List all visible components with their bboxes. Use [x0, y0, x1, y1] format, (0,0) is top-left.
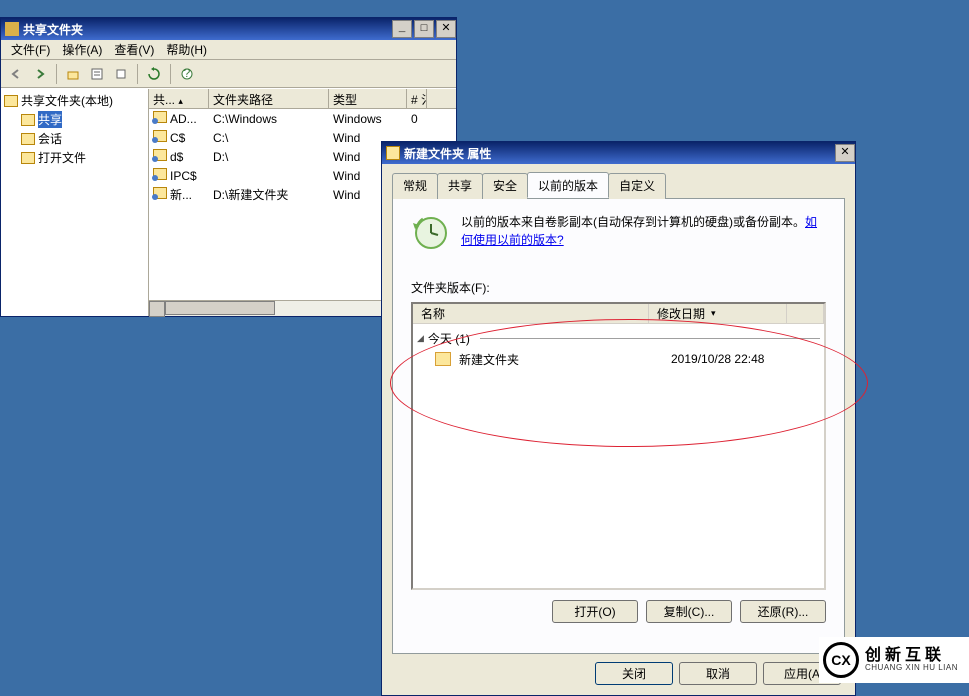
info-text: 以前的版本来自卷影副本(自动保存到计算机的硬盘)或备份副本。如何使用以前的版本? — [461, 213, 826, 253]
menu-help[interactable]: 帮助(H) — [160, 39, 213, 60]
group-label: 今天 (1) — [428, 330, 470, 347]
version-name: 新建文件夹 — [459, 351, 671, 368]
versions-header: 名称 修改日期▾ — [413, 304, 824, 324]
menu-view[interactable]: 查看(V) — [108, 39, 160, 60]
tab-panel-previous-versions: 以前的版本来自卷影副本(自动保存到计算机的硬盘)或备份副本。如何使用以前的版本?… — [392, 198, 845, 654]
sort-desc-icon: ▾ — [711, 308, 716, 319]
folder-icon — [386, 146, 400, 160]
toolbar: ? — [1, 60, 456, 88]
share-icon — [153, 130, 167, 142]
restore-button[interactable]: 还原(R)... — [740, 600, 826, 623]
col-modified-date[interactable]: 修改日期▾ — [649, 304, 787, 323]
tab-security[interactable]: 安全 — [482, 173, 528, 199]
share-icon — [153, 111, 167, 123]
forward-button[interactable] — [29, 63, 51, 85]
divider — [480, 338, 820, 339]
scroll-left-button[interactable] — [149, 301, 165, 317]
folder-icon — [21, 152, 35, 164]
mmc-title: 共享文件夹 — [23, 21, 390, 38]
tab-strip: 常规 共享 安全 以前的版本 自定义 — [392, 173, 845, 199]
dialog-buttons: 关闭 取消 应用(A — [392, 662, 845, 685]
col-name[interactable]: 名称 — [413, 304, 649, 323]
col-spacer — [787, 304, 824, 323]
chevron-down-icon: ◢ — [417, 333, 424, 344]
tree-item-shares[interactable]: 共享 — [3, 110, 146, 129]
col-connections[interactable]: # 氵 — [407, 89, 427, 108]
tab-previous-versions[interactable]: 以前的版本 — [527, 172, 609, 198]
tree-pane[interactable]: 共享文件夹(本地) 共享 会话 打开文件 — [1, 89, 149, 316]
export-button[interactable] — [110, 63, 132, 85]
group-today[interactable]: ◢ 今天 (1) — [413, 324, 824, 349]
sort-asc-icon: ▴ — [178, 96, 183, 106]
watermark-py: CHUANG XIN HU LIAN — [865, 664, 958, 673]
minimize-button[interactable]: _ — [392, 20, 412, 38]
tab-general[interactable]: 常规 — [392, 173, 438, 199]
up-button[interactable] — [62, 63, 84, 85]
tree-item-sessions[interactable]: 会话 — [3, 129, 146, 148]
watermark-logo: CX — [823, 642, 859, 678]
tab-customize[interactable]: 自定义 — [608, 173, 666, 199]
svg-text:?: ? — [184, 67, 191, 80]
share-row[interactable]: AD... C:\Windows Windows 0 — [149, 109, 456, 128]
close-button[interactable]: ✕ — [835, 144, 855, 162]
watermark: CX 创新互联 CHUANG XIN HU LIAN — [819, 637, 969, 683]
props-titlebar[interactable]: 新建文件夹 属性 ✕ — [382, 142, 855, 164]
menu-action[interactable]: 操作(A) — [56, 39, 108, 60]
menubar: 文件(F) 操作(A) 查看(V) 帮助(H) — [1, 40, 456, 60]
tree-item-open-files[interactable]: 打开文件 — [3, 148, 146, 167]
folder-icon — [4, 95, 18, 107]
col-path[interactable]: 文件夹路径 — [209, 89, 329, 108]
tree-root[interactable]: 共享文件夹(本地) — [3, 91, 146, 110]
folder-icon — [21, 133, 35, 145]
clock-history-icon — [411, 213, 451, 253]
list-header: 共... ▴ 文件夹路径 类型 # 氵 — [149, 89, 456, 109]
copy-button[interactable]: 复制(C)... — [646, 600, 732, 623]
app-icon — [5, 22, 19, 36]
properties-dialog: 新建文件夹 属性 ✕ 常规 共享 安全 以前的版本 自定义 以前的版 — [381, 141, 856, 696]
share-icon — [153, 149, 167, 161]
tree-item-label: 共享 — [38, 111, 62, 128]
close-dialog-button[interactable]: 关闭 — [595, 662, 673, 685]
col-type[interactable]: 类型 — [329, 89, 407, 108]
open-button[interactable]: 打开(O) — [552, 600, 638, 623]
maximize-button[interactable]: □ — [414, 20, 434, 38]
close-button[interactable]: ✕ — [436, 20, 456, 38]
tree-item-label: 打开文件 — [38, 149, 86, 166]
refresh-button[interactable] — [143, 63, 165, 85]
cancel-button[interactable]: 取消 — [679, 662, 757, 685]
col-share-name[interactable]: 共... ▴ — [149, 89, 209, 108]
props-title: 新建文件夹 属性 — [404, 145, 833, 162]
tree-root-label: 共享文件夹(本地) — [21, 92, 113, 109]
version-actions: 打开(O) 复制(C)... 还原(R)... — [411, 600, 826, 623]
mmc-titlebar[interactable]: 共享文件夹 _ □ ✕ — [1, 18, 456, 40]
versions-list[interactable]: 名称 修改日期▾ ◢ 今天 (1) 新建文件夹 2019/10/28 22:48 — [411, 302, 826, 590]
scroll-thumb[interactable] — [165, 301, 275, 315]
back-button[interactable] — [5, 63, 27, 85]
share-icon — [153, 187, 167, 199]
share-icon — [153, 168, 167, 180]
properties-button[interactable] — [86, 63, 108, 85]
tab-sharing[interactable]: 共享 — [437, 173, 483, 199]
watermark-cn: 创新互联 — [865, 647, 958, 665]
version-item[interactable]: 新建文件夹 2019/10/28 22:48 — [413, 349, 824, 369]
folder-icon — [435, 352, 451, 366]
menu-file[interactable]: 文件(F) — [5, 39, 56, 60]
tree-item-label: 会话 — [38, 130, 62, 147]
help-button[interactable]: ? — [176, 63, 198, 85]
folder-icon — [21, 114, 35, 126]
versions-label: 文件夹版本(F): — [411, 279, 826, 296]
version-date: 2019/10/28 22:48 — [671, 352, 764, 366]
